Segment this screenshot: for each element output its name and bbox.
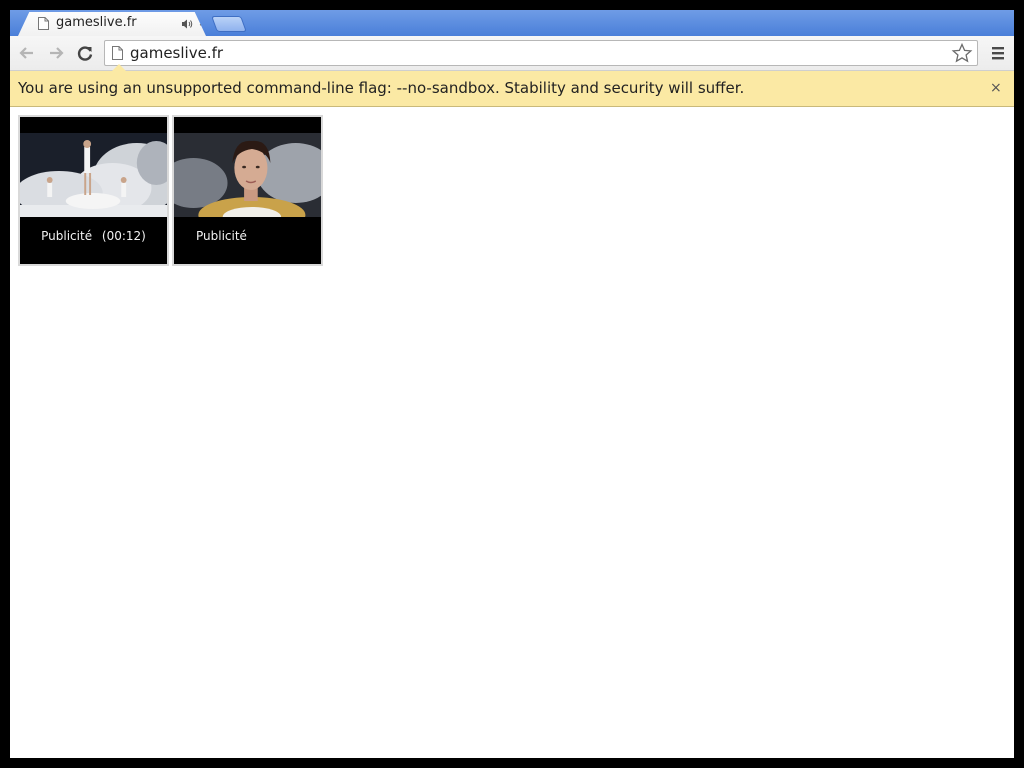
back-arrow-icon[interactable] xyxy=(16,42,38,64)
ad-label: Publicité (00:12) xyxy=(20,229,167,243)
ad-duration: (00:12) xyxy=(101,229,146,243)
toolbar: gameslive.fr xyxy=(10,36,1014,71)
tab-gameslive[interactable]: gameslive.fr × xyxy=(18,12,206,36)
address-bar[interactable]: gameslive.fr xyxy=(104,40,978,66)
bookmark-star-icon[interactable] xyxy=(951,42,973,64)
tab-strip: gameslive.fr × xyxy=(10,10,1014,36)
ad-video-card-2[interactable]: Publicité xyxy=(172,115,323,266)
ad-thumbnail-image xyxy=(20,133,167,217)
page-content: Publicité (00:12) Publicité xyxy=(10,107,1014,758)
infobar-message: You are using an unsupported command-lin… xyxy=(18,79,745,97)
page-icon xyxy=(38,17,49,30)
forward-arrow-icon[interactable] xyxy=(45,42,67,64)
ad-label: Publicité xyxy=(174,229,321,243)
infobar-close-button[interactable]: × xyxy=(990,80,1002,96)
browser-window: gameslive.fr × gameslive.fr You are usin… xyxy=(10,10,1014,758)
hamburger-menu-icon[interactable] xyxy=(990,44,1006,62)
page-icon xyxy=(112,46,123,60)
tab-close-button[interactable]: × xyxy=(198,15,206,31)
warning-infobar: You are using an unsupported command-lin… xyxy=(10,64,1014,107)
speaker-icon[interactable] xyxy=(181,18,193,30)
ad-label-text: Publicité xyxy=(196,229,247,243)
ad-label-text: Publicité xyxy=(41,229,93,243)
ad-thumbnail-image xyxy=(174,133,321,217)
ad-video-card-1[interactable]: Publicité (00:12) xyxy=(18,115,169,266)
reload-icon[interactable] xyxy=(74,42,96,64)
tab-title: gameslive.fr xyxy=(56,15,137,30)
new-tab-button[interactable] xyxy=(211,16,247,32)
url-text[interactable]: gameslive.fr xyxy=(130,44,223,62)
